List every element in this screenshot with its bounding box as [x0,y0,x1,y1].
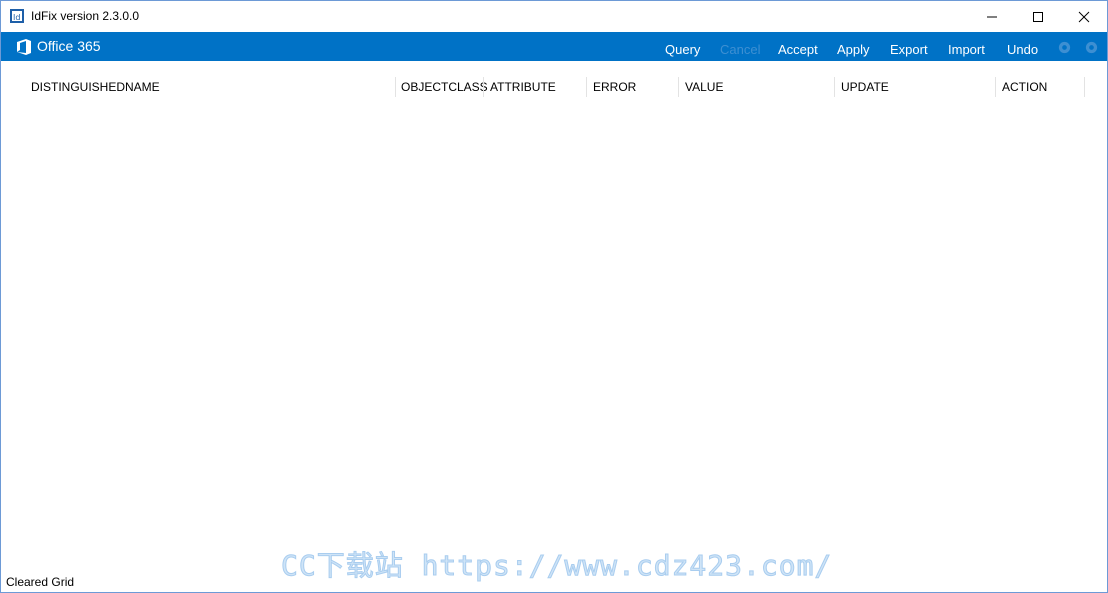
accept-button[interactable]: Accept [778,42,818,57]
column-divider[interactable] [1084,77,1085,97]
svg-text:Id: Id [13,13,20,22]
cancel-button[interactable]: Cancel [720,42,760,57]
apply-button[interactable]: Apply [837,42,870,57]
column-header-update[interactable]: UPDATE [841,80,889,94]
import-button[interactable]: Import [948,42,985,57]
status-bar: Cleared Grid [1,572,1107,592]
idfix-app-icon: Id [9,8,25,24]
app-window: Id IdFix version 2.3.0.0 Office 365 Quer… [0,0,1108,593]
minimize-button[interactable] [969,1,1015,32]
column-header-distinguishedname[interactable]: DISTINGUISHEDNAME [31,80,160,94]
maximize-button[interactable] [1015,1,1061,32]
office-logo-icon [16,38,32,56]
undo-button[interactable]: Undo [1007,42,1038,57]
settings-icon[interactable] [1084,40,1099,55]
column-divider[interactable] [834,77,835,97]
column-header-objectclass[interactable]: OBJECTCLASS [401,80,488,94]
column-header-error[interactable]: ERROR [593,80,636,94]
query-button[interactable]: Query [665,42,700,57]
column-divider[interactable] [395,77,396,97]
gear-icon[interactable] [1057,40,1072,55]
column-divider[interactable] [586,77,587,97]
close-button[interactable] [1061,1,1107,32]
column-divider[interactable] [678,77,679,97]
minimize-icon [987,16,997,18]
window-title: IdFix version 2.3.0.0 [31,9,140,23]
data-grid[interactable] [1,113,1107,571]
title-bar: Id IdFix version 2.3.0.0 [1,1,1107,32]
ribbon-bar: Office 365 Query Cancel Accept Apply Exp… [1,32,1107,61]
export-button[interactable]: Export [890,42,928,57]
column-divider[interactable] [995,77,996,97]
grid-header: DISTINGUISHEDNAME OBJECTCLASS ATTRIBUTE … [1,61,1107,113]
column-divider[interactable] [483,77,484,97]
maximize-icon [1033,12,1043,22]
close-icon [1078,11,1090,23]
status-text: Cleared Grid [6,575,75,589]
column-header-action[interactable]: ACTION [1002,80,1047,94]
column-header-attribute[interactable]: ATTRIBUTE [490,80,556,94]
column-header-value[interactable]: VALUE [685,80,723,94]
brand-label: Office 365 [37,38,101,54]
